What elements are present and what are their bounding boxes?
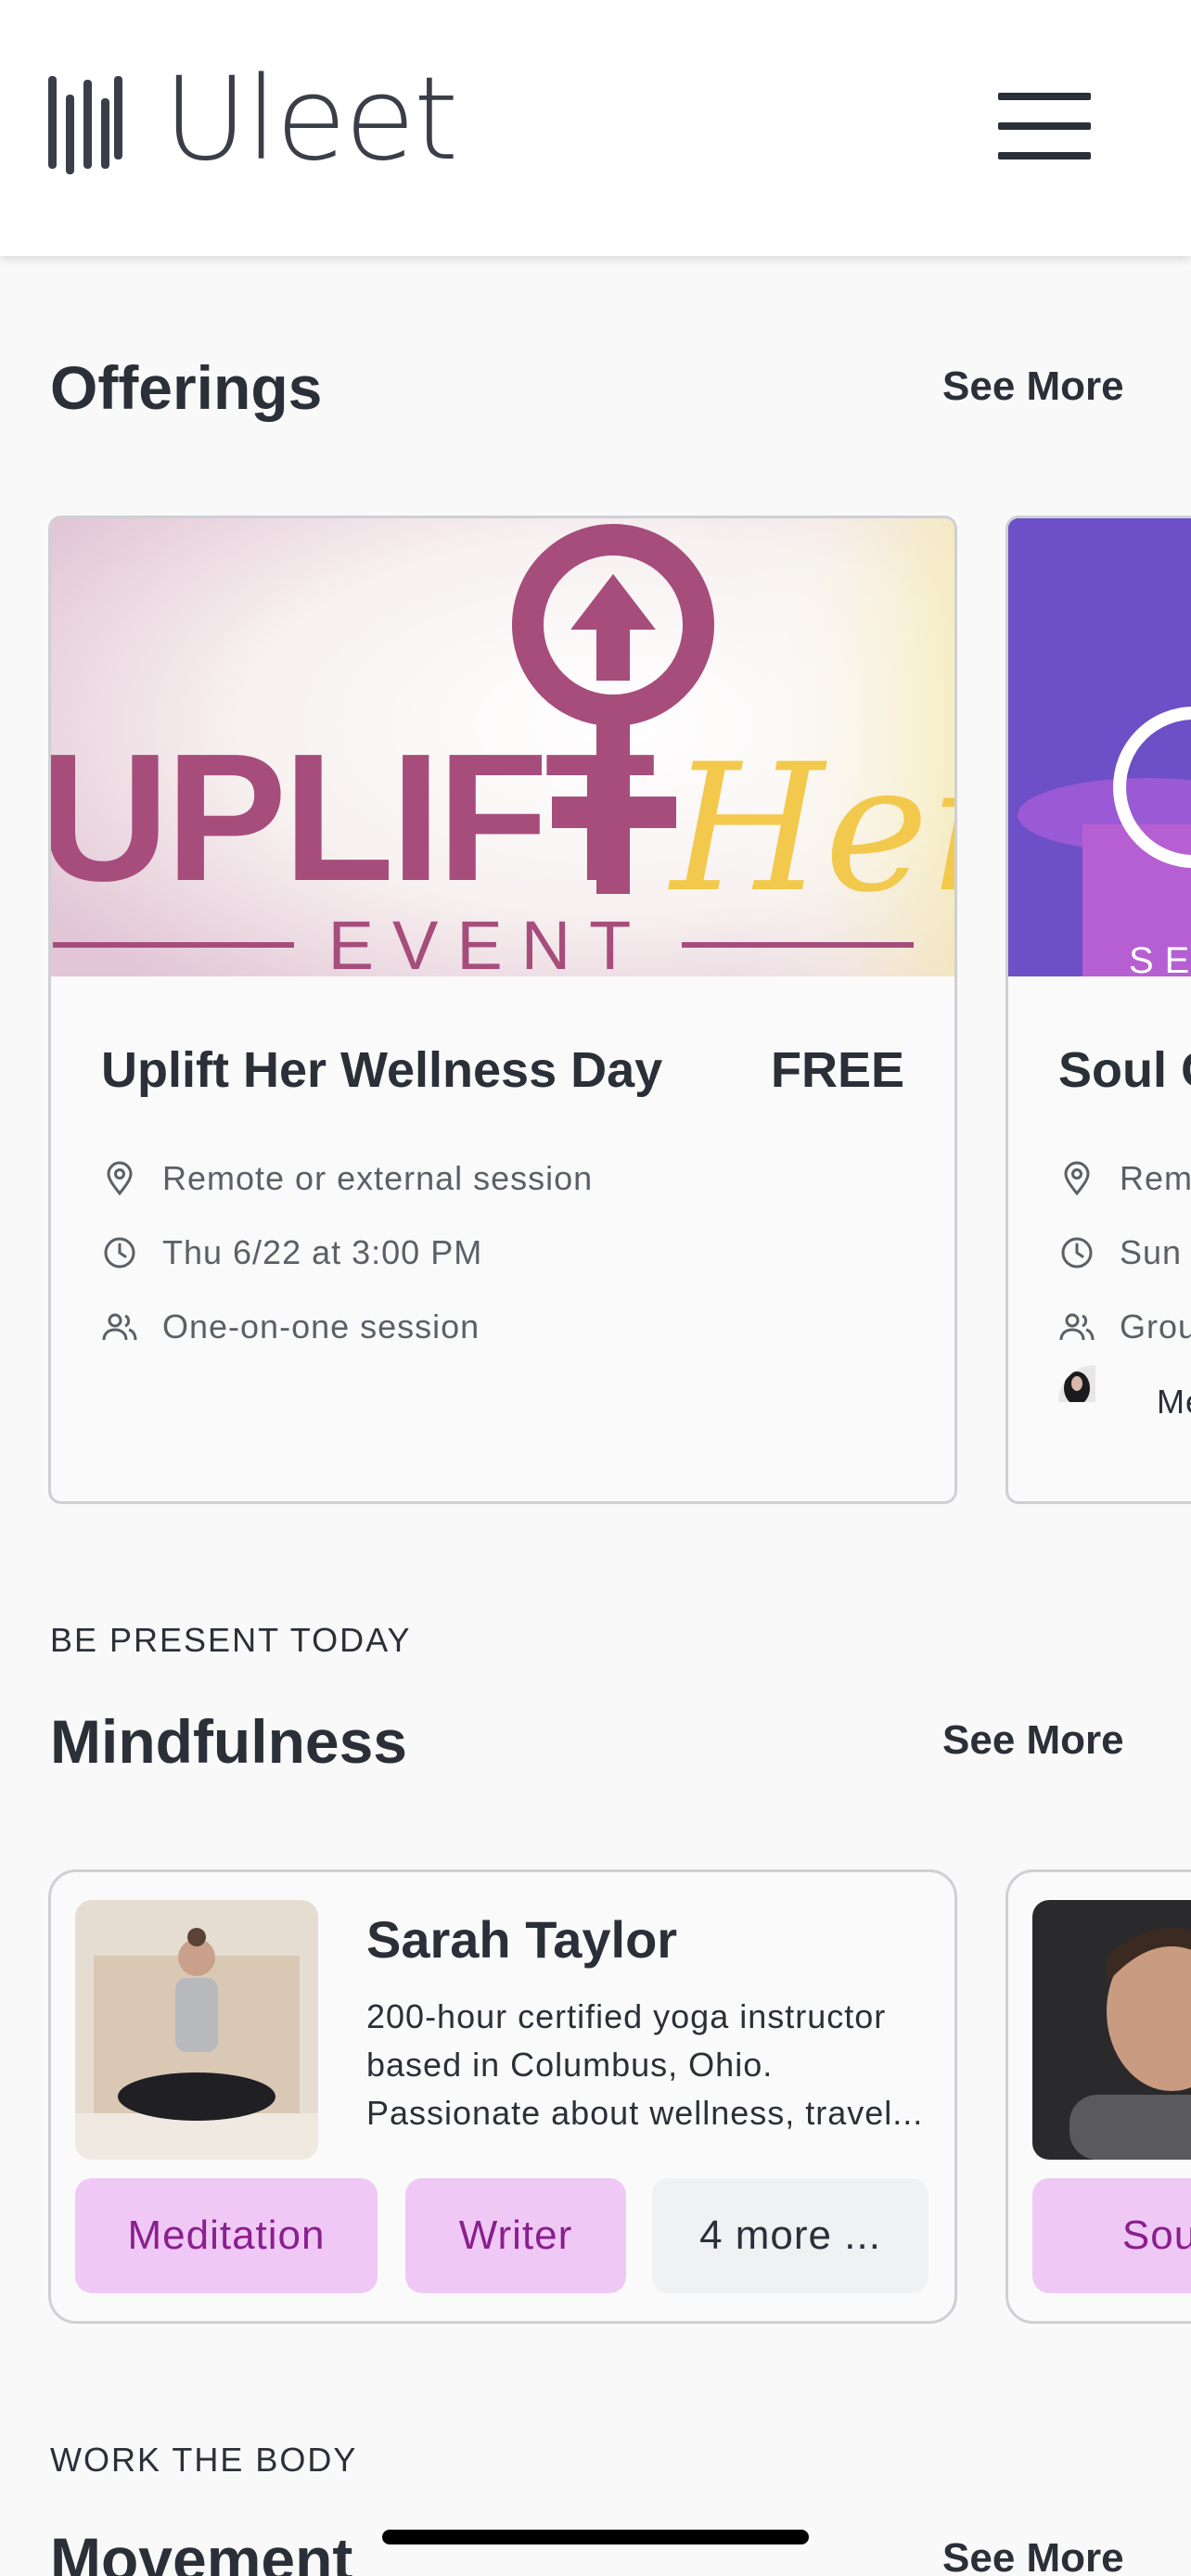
mindfulness-eyebrow: BE PRESENT TODAY [50, 1621, 412, 1659]
banner-se-text: SE [1129, 940, 1191, 976]
app-screen: Uleet Offerings See More UPLIFT He EVENT… [0, 0, 1191, 2576]
home-indicator[interactable] [382, 2530, 809, 2544]
banner-uplift-text: UPLIFT [51, 716, 654, 919]
uplift-her-banner-image: UPLIFT Her EVENT [51, 518, 954, 976]
banner-her-text: Her [668, 726, 954, 931]
movement-see-more-link[interactable]: See More [942, 2535, 1124, 2576]
offerings-title: Offerings [50, 353, 323, 422]
movement-eyebrow: WORK THE BODY [50, 2441, 358, 2479]
offering-card[interactable]: SE Soul C Rem Sun ( Grou Me [1005, 516, 1191, 1504]
location-pin-icon [107, 1161, 133, 1196]
tag-sound[interactable]: Sound [1032, 2178, 1191, 2293]
offering-price: FREE [770, 1042, 904, 1098]
offering-title: Soul C [1058, 1042, 1191, 1098]
practitioner-name: Sarah Taylor [366, 1910, 678, 1969]
banner-event-text: EVENT [328, 907, 650, 976]
mindfulness-see-more-link[interactable]: See More [942, 1717, 1124, 1764]
practitioner-card[interactable]: Sarah Taylor 200-hour certified yoga ins… [48, 1869, 957, 2324]
location-pin-icon [1064, 1161, 1090, 1196]
uleet-logo[interactable]: Uleet [48, 62, 458, 177]
offering-datetime-row: Thu 6/22 at 3:00 PM [101, 1227, 482, 1279]
top-header: Uleet [0, 0, 1191, 256]
offering-session-type-row: One-on-one session [101, 1301, 480, 1353]
practitioner-photo [75, 1900, 318, 2160]
tag-writer[interactable]: Writer [405, 2178, 626, 2293]
hamburger-icon [998, 93, 1091, 100]
logo-bars-icon [48, 76, 122, 174]
practitioner-photo [1032, 1900, 1191, 2160]
offering-location-row: Remote or external session [101, 1153, 593, 1205]
movement-title: Movement [50, 2525, 353, 2576]
mindfulness-title: Mindfulness [50, 1707, 408, 1776]
clock-icon [104, 1237, 135, 1269]
host-avatar [1058, 1365, 1133, 1439]
tag-meditation[interactable]: Meditation [75, 2178, 378, 2293]
offering-host-row: Me [1058, 1360, 1191, 1444]
soul-banner-image: SE [1008, 518, 1191, 976]
users-icon [102, 1313, 137, 1341]
more-tags-button[interactable]: 4 more ... [652, 2178, 928, 2293]
host-name: Me [1157, 1383, 1191, 1421]
practitioner-bio: 200-hour certified yoga instructor based… [366, 1997, 924, 2132]
logo-wordmark: Uleet [163, 53, 458, 186]
offerings-see-more-link[interactable]: See More [942, 363, 1124, 410]
offering-title: Uplift Her Wellness Day [101, 1042, 663, 1098]
hamburger-menu-button[interactable] [998, 89, 1091, 163]
users-icon [1059, 1313, 1095, 1341]
offering-card[interactable]: UPLIFT Her EVENT Uplift Her Wellness Day… [48, 516, 957, 1504]
practitioner-card[interactable]: Sound [1005, 1869, 1191, 2324]
clock-icon [1061, 1237, 1093, 1269]
